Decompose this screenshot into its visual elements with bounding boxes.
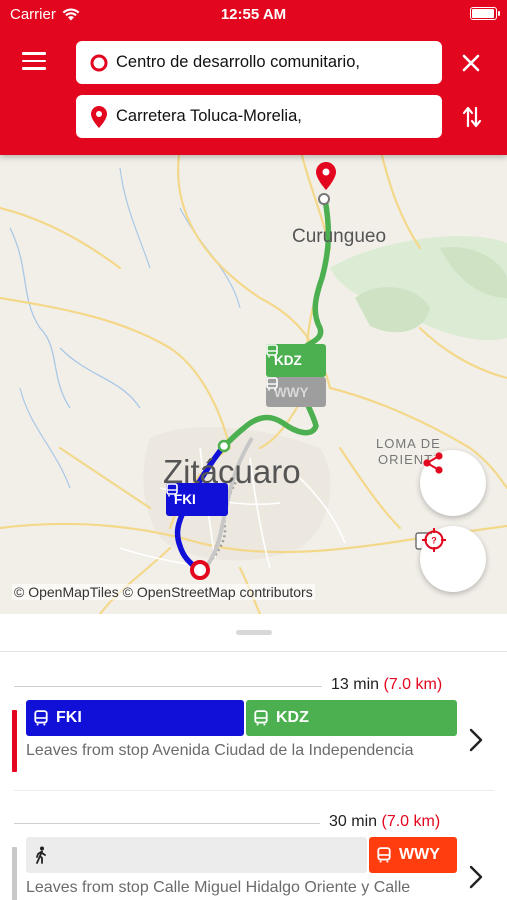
status-bar: Carrier 12:55 AM [0,0,507,28]
clear-button[interactable] [458,50,484,76]
bus-icon [34,710,48,726]
swap-button[interactable] [460,104,484,130]
swap-icon [462,106,482,128]
origin-field[interactable] [76,41,442,84]
walk-icon [36,846,46,864]
app-header: Carrier 12:55 AM [0,0,507,155]
menu-button[interactable] [22,52,50,72]
route-label-fki[interactable]: FKI [166,483,228,516]
battery-icon [470,7,500,20]
destination-input[interactable] [116,107,436,126]
route-label-kdz[interactable]: KDZ [266,344,326,377]
share-button[interactable] [420,450,486,516]
place-label-curungueo: Curungueo [292,226,387,247]
route-description: Leaves from stop Calle Miguel Hidalgo Or… [26,879,411,896]
origin-circle-icon [88,52,110,74]
route-accent [12,847,17,900]
route-accent [12,710,17,772]
bus-icon [166,483,178,497]
map-attribution[interactable]: © OpenMapTiles © OpenStreetMap contribut… [12,584,315,600]
leg-bus-wwy: WWY [369,837,457,873]
route-distance: (7.0 km) [383,676,443,693]
origin-input[interactable] [116,53,436,72]
bus-icon [254,710,268,726]
locate-button[interactable]: ? [420,526,486,592]
results-sheet[interactable]: 13 min (7.0 km) FKI KDZ Leaves from stop… [0,614,507,900]
bus-icon [377,847,391,863]
status-time: 12:55 AM [220,6,287,23]
route-duration: 30 min [329,813,378,830]
leg-bus-kdz: KDZ [246,700,457,736]
share-icon [423,452,443,474]
svg-text:?: ? [431,536,437,546]
map-view[interactable]: Curungueo Zitácuaro LOMA DE ORIENTE KDZ … [0,148,507,614]
leg-walk [26,837,367,873]
leg-bus-fki: FKI [26,700,244,736]
route-distance: (7.0 km) [381,813,441,830]
hamburger-icon [22,52,46,55]
chevron-right-icon[interactable] [466,863,486,891]
route-label-wwy[interactable]: WWY [266,377,326,407]
locate-icon: ? [422,528,446,552]
route-duration: 13 min [331,676,380,693]
destination-pin-icon [88,105,110,128]
route-description: Leaves from stop Avenida Ciudad de la In… [26,742,414,759]
destination-field[interactable] [76,95,442,138]
close-icon [462,54,480,72]
sheet-handle[interactable] [236,630,272,635]
place-label-loma: LOMA DE [376,436,441,451]
chevron-right-icon[interactable] [466,726,486,754]
bus-icon [266,344,278,358]
